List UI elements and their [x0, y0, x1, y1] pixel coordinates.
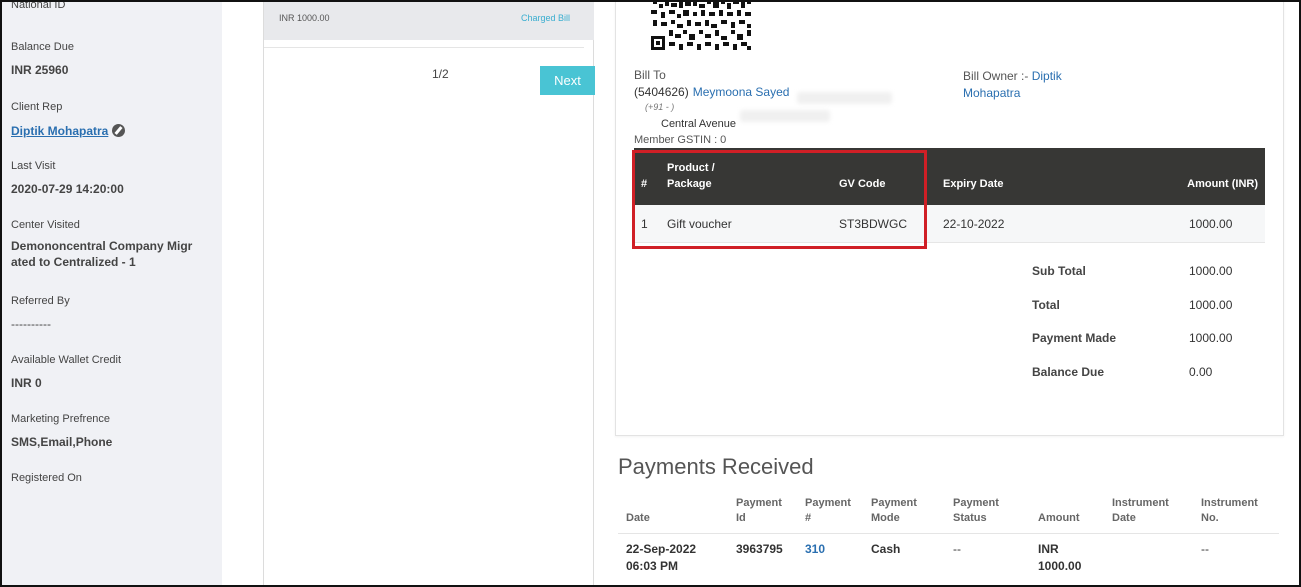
bill-list-item[interactable]: INR 1000.00 Charged Bill — [264, 0, 594, 40]
client-id: (5404626) — [634, 85, 689, 99]
bill-list-divider — [264, 40, 584, 48]
payment-amount-value: 1000.00 — [1038, 559, 1082, 573]
client-name-link[interactable]: Meymoona Sayed — [693, 85, 790, 99]
client-rep-field: Client Rep Diptik Mohapatra — [11, 101, 211, 140]
sub-total-label: Sub Total — [1032, 264, 1086, 278]
center-visited-value: Demononcentral Company Migrated to Centr… — [11, 239, 193, 269]
bill-owner-last-name[interactable]: Mohapatra — [963, 86, 1020, 100]
client-rep-link[interactable]: Diptik Mohapatra — [11, 123, 108, 139]
pay-col-amount: Amount — [1038, 512, 1080, 524]
referred-by-value: ---------- — [11, 317, 51, 331]
pay-col-instrument-no-line1: Instrument — [1201, 497, 1258, 509]
bill-status: Charged Bill — [520, 13, 570, 23]
payment-amount-currency: INR — [1038, 542, 1059, 556]
payment-status: -- — [953, 542, 961, 556]
national-id-field: National ID — [11, 0, 211, 11]
pay-col-instrument-no: Instrument No. — [1201, 496, 1258, 526]
payment-made-label: Payment Made — [1032, 331, 1117, 345]
sub-total-value: 1000.00 — [1189, 264, 1233, 278]
highlight-annotation-box — [632, 150, 927, 249]
payment-mode: Cash — [871, 542, 901, 556]
payments-header-divider — [618, 533, 1279, 534]
wallet-credit-field: Available Wallet Credit INR 0 — [11, 354, 211, 391]
marketing-preference-label: Marketing Prefrence — [11, 413, 111, 425]
registered-on-label: Registered On — [11, 472, 82, 484]
center-visited-label: Center Visited — [11, 219, 80, 231]
payment-date-day: 22-Sep-2022 — [626, 542, 697, 556]
pay-col-payment-number: Payment # — [805, 496, 851, 526]
redacted-text — [797, 92, 892, 104]
registered-on-field: Registered On — [11, 472, 211, 484]
pay-col-payment-mode-line1: Payment — [871, 497, 917, 509]
summary-balance-due-label: Balance Due — [1032, 365, 1105, 379]
last-visit-value: 2020-07-29 14:20:00 — [11, 182, 124, 196]
total-value: 1000.00 — [1189, 298, 1233, 312]
row-expiry-date: 22-10-2022 — [943, 217, 1005, 231]
client-profile-sidebar: National ID Balance Due INR 25960 Client… — [2, 0, 222, 587]
payments-received-title: Payments Received — [618, 454, 814, 479]
balance-due-field: Balance Due INR 25960 — [11, 41, 211, 78]
client-rep-label: Client Rep — [11, 101, 63, 113]
pay-col-payment-status: Payment Status — [953, 496, 999, 526]
col-expiry-date: Expiry Date — [943, 178, 1004, 190]
bill-owner: Bill Owner :- Diptik Mohapatra — [963, 68, 1103, 102]
pay-col-payment-id: Payment Id — [736, 496, 782, 526]
payment-id: 3963795 — [736, 542, 783, 556]
bill-to-client: (5404626) Meymoona Sayed — [634, 85, 789, 99]
bill-to-label: Bill To — [634, 68, 666, 82]
pay-col-payment-id-line2: Id — [736, 512, 746, 524]
payment-instrument-no: -- — [1201, 542, 1209, 556]
balance-due-value: INR 25960 — [11, 63, 69, 77]
payment-number-link[interactable]: 310 — [805, 541, 825, 558]
client-address: Central Avenue — [661, 118, 737, 130]
pay-col-payment-status-line1: Payment — [953, 497, 999, 509]
wallet-credit-label: Available Wallet Credit — [11, 354, 122, 366]
payment-made-value: 1000.00 — [1189, 331, 1233, 345]
pay-col-payment-number-line2: # — [805, 512, 812, 524]
referred-by-label: Referred By — [11, 295, 70, 307]
summary-balance-due-value: 0.00 — [1189, 365, 1213, 379]
balance-due-label: Balance Due — [11, 41, 74, 53]
row-amount: 1000.00 — [1189, 217, 1233, 231]
referred-by-field: Referred By ---------- — [11, 295, 211, 332]
pencil-edit-icon[interactable] — [112, 124, 126, 137]
total-label: Total — [1032, 298, 1060, 312]
marketing-preference-value: SMS,Email,Phone — [11, 435, 113, 449]
bill-owner-first-name[interactable]: Diptik — [1032, 69, 1062, 83]
payment-date: 22-Sep-2022 06:03 PM — [626, 541, 696, 575]
national-id-label: National ID — [11, 0, 66, 11]
pay-col-instrument-no-line2: No. — [1201, 512, 1219, 524]
member-gstin: Member GSTIN : 0 — [634, 134, 727, 146]
last-visit-label: Last Visit — [11, 160, 56, 172]
pay-col-instrument-date: Instrument Date — [1112, 496, 1169, 526]
pay-col-payment-number-line1: Payment — [805, 497, 851, 509]
pay-col-instrument-date-line2: Date — [1112, 512, 1136, 524]
next-page-button[interactable]: Next — [540, 66, 595, 95]
last-visit-field: Last Visit 2020-07-29 14:20:00 — [11, 160, 211, 197]
pay-col-payment-id-line1: Payment — [736, 497, 782, 509]
bill-list-column: INR 1000.00 Charged Bill 1/2 Next — [263, 0, 595, 587]
page-indicator: 1/2 — [432, 67, 449, 81]
bill-amount: INR 1000.00 — [279, 13, 330, 23]
payment-amount: INR 1000.00 — [1038, 541, 1081, 575]
col-amount: Amount (INR) — [1187, 178, 1258, 190]
pay-col-date: Date — [626, 512, 650, 524]
bill-owner-label: Bill Owner :- — [963, 69, 1029, 83]
center-visited-field: Center Visited Demononcentral Company Mi… — [11, 219, 196, 270]
qr-code-icon — [651, 0, 753, 52]
pay-col-instrument-date-line1: Instrument — [1112, 497, 1169, 509]
wallet-credit-value: INR 0 — [11, 376, 42, 390]
pay-col-payment-mode: Payment Mode — [871, 496, 917, 526]
marketing-preference-field: Marketing Prefrence SMS,Email,Phone — [11, 413, 211, 450]
redacted-text — [740, 110, 830, 122]
pay-col-payment-mode-line2: Mode — [871, 512, 900, 524]
payment-date-time: 06:03 PM — [626, 559, 679, 573]
pay-col-payment-status-line2: Status — [953, 512, 987, 524]
client-phone: (+91 - ) — [645, 102, 675, 112]
